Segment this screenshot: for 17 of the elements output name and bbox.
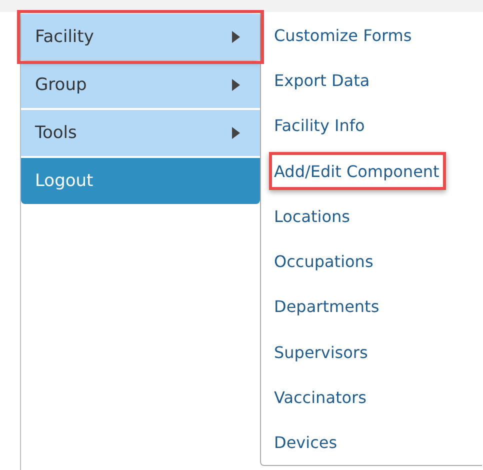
submenu-item[interactable]: Locations (261, 194, 482, 240)
submenu-item[interactable]: Devices (261, 420, 482, 465)
submenu-item[interactable]: Facility Info (261, 103, 482, 148)
caret-icon (232, 127, 240, 139)
menu-item[interactable]: Tools (21, 110, 260, 156)
menu-item[interactable]: Group (21, 62, 260, 108)
submenu-item[interactable]: Vaccinators (261, 374, 482, 420)
menu-item[interactable]: Facility (21, 14, 260, 60)
submenu-item[interactable]: Add/Edit Component (269, 152, 446, 190)
submenu-item[interactable]: Occupations (261, 239, 482, 284)
caret-icon (232, 79, 240, 91)
submenu-item[interactable]: Departments (261, 284, 482, 330)
menu-item[interactable]: Logout (21, 158, 260, 204)
caret-icon (232, 31, 240, 43)
submenu-item[interactable]: Export Data (261, 58, 482, 104)
submenu-item[interactable]: Supervisors (261, 330, 482, 375)
submenu-item[interactable]: Customize Forms (261, 13, 482, 58)
